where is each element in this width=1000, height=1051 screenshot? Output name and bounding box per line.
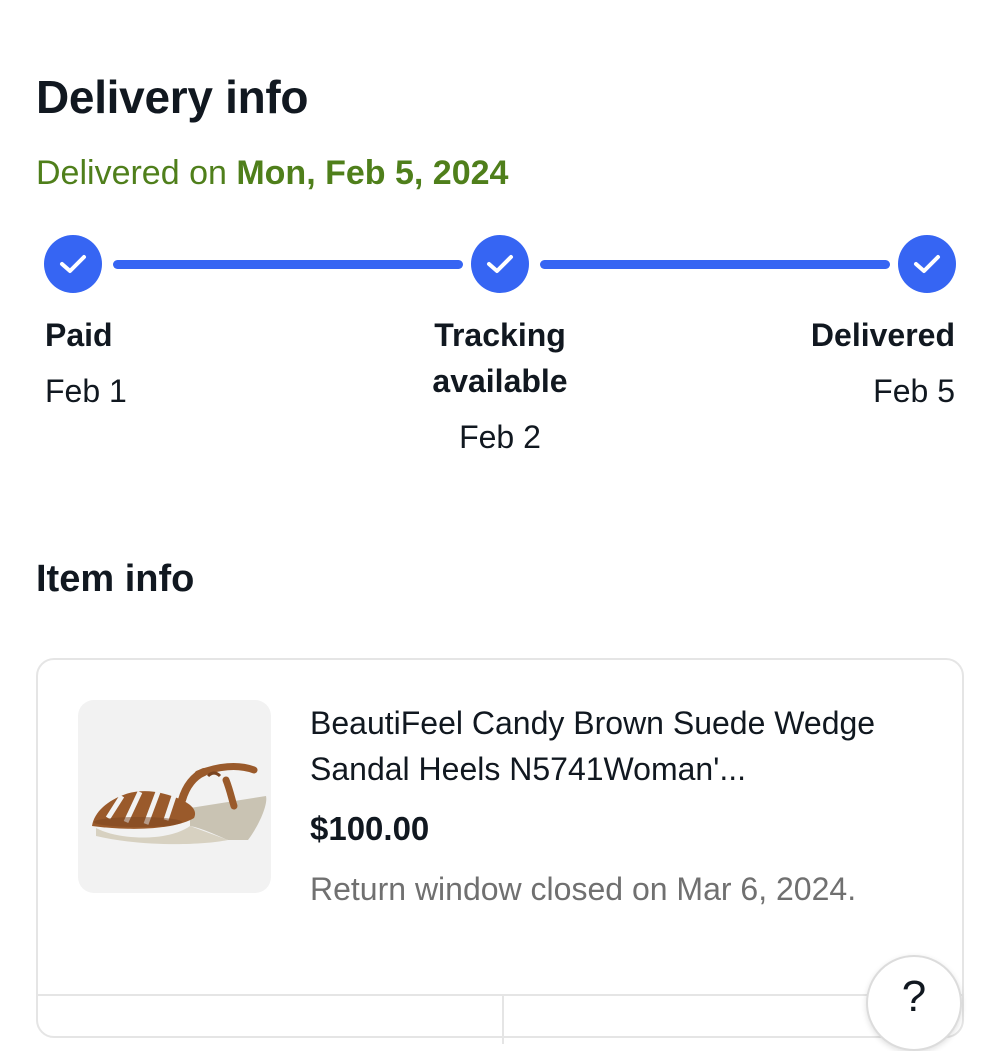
item-image[interactable] [78,700,271,893]
step-paid-label: Paid [45,317,113,353]
item-card[interactable]: BeautiFeel Candy Brown Suede Wedge Sanda… [36,658,964,1044]
step-paid-date: Feb 1 [45,373,127,409]
step-tracking-check-icon [471,235,529,293]
page-title: Delivery info [36,71,309,123]
step-tracking-label-line2: available [432,363,568,399]
delivery-progress-tracker: Paid Feb 1 Tracking available Feb 2 Deli… [0,0,1000,460]
help-icon: ? [901,972,927,1021]
step-delivered-date: Feb 5 [873,373,955,409]
delivery-status: Delivered on Mon, Feb 5, 2024 [36,154,508,193]
progress-line-paid-to-tracking [113,260,463,269]
step-delivered-label: Delivered [810,317,955,353]
step-tracking-date: Feb 2 [459,419,541,455]
item-title[interactable]: BeautiFeel Candy Brown Suede Wedge Sanda… [310,700,930,792]
step-tracking-label-line1: Tracking [434,317,566,353]
delivery-status-prefix: Delivered on [36,154,237,192]
delivery-status-date: Mon, Feb 5, 2024 [236,154,509,192]
item-price: $100.00 [310,810,430,847]
step-delivered-check-icon [898,235,956,293]
card-divider [38,994,962,996]
sandal-image [92,763,267,845]
progress-line-tracking-to-delivered [540,260,890,269]
help-button[interactable]: ? [866,955,962,1051]
step-paid-check-icon [44,235,102,293]
return-window-status: Return window closed on Mar 6, 2024. [310,871,857,907]
item-info-title: Item info [36,558,195,600]
card-divider-vertical [502,994,504,1044]
